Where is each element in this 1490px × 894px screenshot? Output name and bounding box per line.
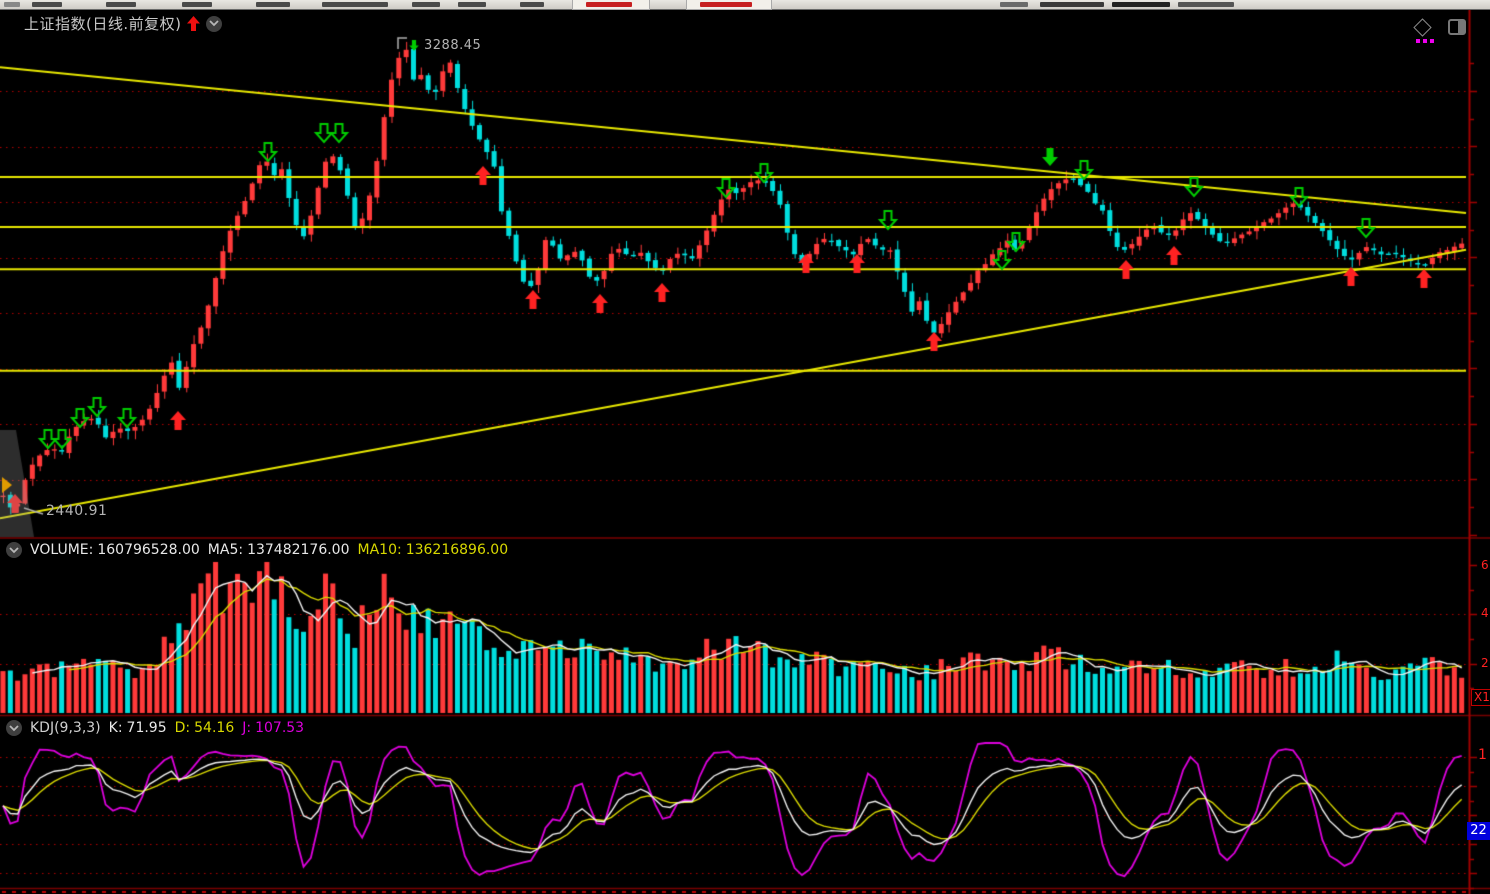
collapse-chevron-button[interactable] bbox=[206, 16, 222, 32]
main-chart-header: 上证指数(日线.前复权) bbox=[24, 13, 222, 34]
kdj-j-value: 107.53 bbox=[255, 720, 304, 736]
volume-axis-label: 2 bbox=[1481, 656, 1489, 670]
vol-ma5-value: 137482176.00 bbox=[247, 542, 349, 558]
menu-item-fragment[interactable] bbox=[1112, 2, 1170, 7]
diamond-tool-icon[interactable] bbox=[1413, 18, 1431, 36]
volume-axis-label: 6 bbox=[1481, 558, 1489, 572]
trading-app-window: 上证指数(日线.前复权) 3288.45 2440.91 VOLUME: 160… bbox=[0, 0, 1490, 894]
menu-item-fragment[interactable] bbox=[106, 2, 136, 7]
up-arrow-icon bbox=[187, 16, 200, 31]
peak-price-label: 3288.45 bbox=[424, 38, 481, 53]
menu-item-fragment[interactable] bbox=[256, 2, 290, 7]
menu-item-fragment[interactable] bbox=[1178, 2, 1234, 7]
menu-item-fragment[interactable] bbox=[32, 2, 62, 7]
instrument-title: 上证指数(日线.前复权) bbox=[24, 13, 181, 34]
kdj-panel-header: KDJ(9,3,3) K: 71.95 D: 54.16 J: 107.53 bbox=[6, 720, 304, 736]
vol-ma5-label: MA5: bbox=[208, 542, 243, 558]
kdj-k-value: 71.95 bbox=[127, 720, 167, 736]
vol-ma10-value: 136216896.00 bbox=[406, 542, 508, 558]
kdj-d-label: D: bbox=[175, 720, 191, 736]
app-icon[interactable] bbox=[4, 2, 20, 7]
menu-item-red-fragment[interactable] bbox=[586, 2, 632, 7]
menu-item-fragment[interactable] bbox=[1040, 2, 1104, 7]
menu-item-fragment[interactable] bbox=[322, 2, 388, 7]
menu-item-fragment[interactable] bbox=[182, 2, 212, 7]
volume-panel-header: VOLUME: 160796528.00 MA5: 137482176.00 M… bbox=[6, 542, 508, 558]
menu-item-fragment[interactable] bbox=[412, 2, 440, 7]
menu-item-fragment[interactable] bbox=[1000, 2, 1028, 7]
panel-layout-fill bbox=[1458, 21, 1464, 33]
kdj-collapse-chevron-button[interactable] bbox=[6, 720, 22, 736]
low-price-label: 2440.91 bbox=[46, 503, 107, 519]
menu-item-red-fragment[interactable] bbox=[700, 2, 752, 7]
menu-item-fragment[interactable] bbox=[520, 2, 544, 7]
kdj-d-value: 54.16 bbox=[194, 720, 234, 736]
vol-ma10-label: MA10: bbox=[358, 542, 402, 558]
menu-bar bbox=[0, 0, 1490, 10]
chart-corner-tools bbox=[1414, 18, 1466, 46]
kdj-axis-label: 1 bbox=[1478, 747, 1487, 763]
chart-canvas[interactable] bbox=[0, 0, 1490, 894]
volume-label: VOLUME: bbox=[30, 542, 93, 558]
more-options-dots-icon[interactable] bbox=[1416, 39, 1434, 43]
kdj-j-label: J: bbox=[242, 720, 251, 736]
volume-value: 160796528.00 bbox=[97, 542, 199, 558]
panel-layout-icon[interactable] bbox=[1448, 19, 1466, 35]
kdj-name-label: KDJ(9,3,3) bbox=[30, 720, 101, 736]
volume-collapse-chevron-button[interactable] bbox=[6, 542, 22, 558]
menu-item-fragment[interactable] bbox=[458, 2, 486, 7]
kdj-k-label: K: bbox=[109, 720, 123, 736]
volume-multiplier-box[interactable]: X1 bbox=[1471, 689, 1490, 706]
volume-axis-label: 4 bbox=[1481, 606, 1489, 620]
kdj-axis-value-box: 22 bbox=[1467, 822, 1490, 840]
